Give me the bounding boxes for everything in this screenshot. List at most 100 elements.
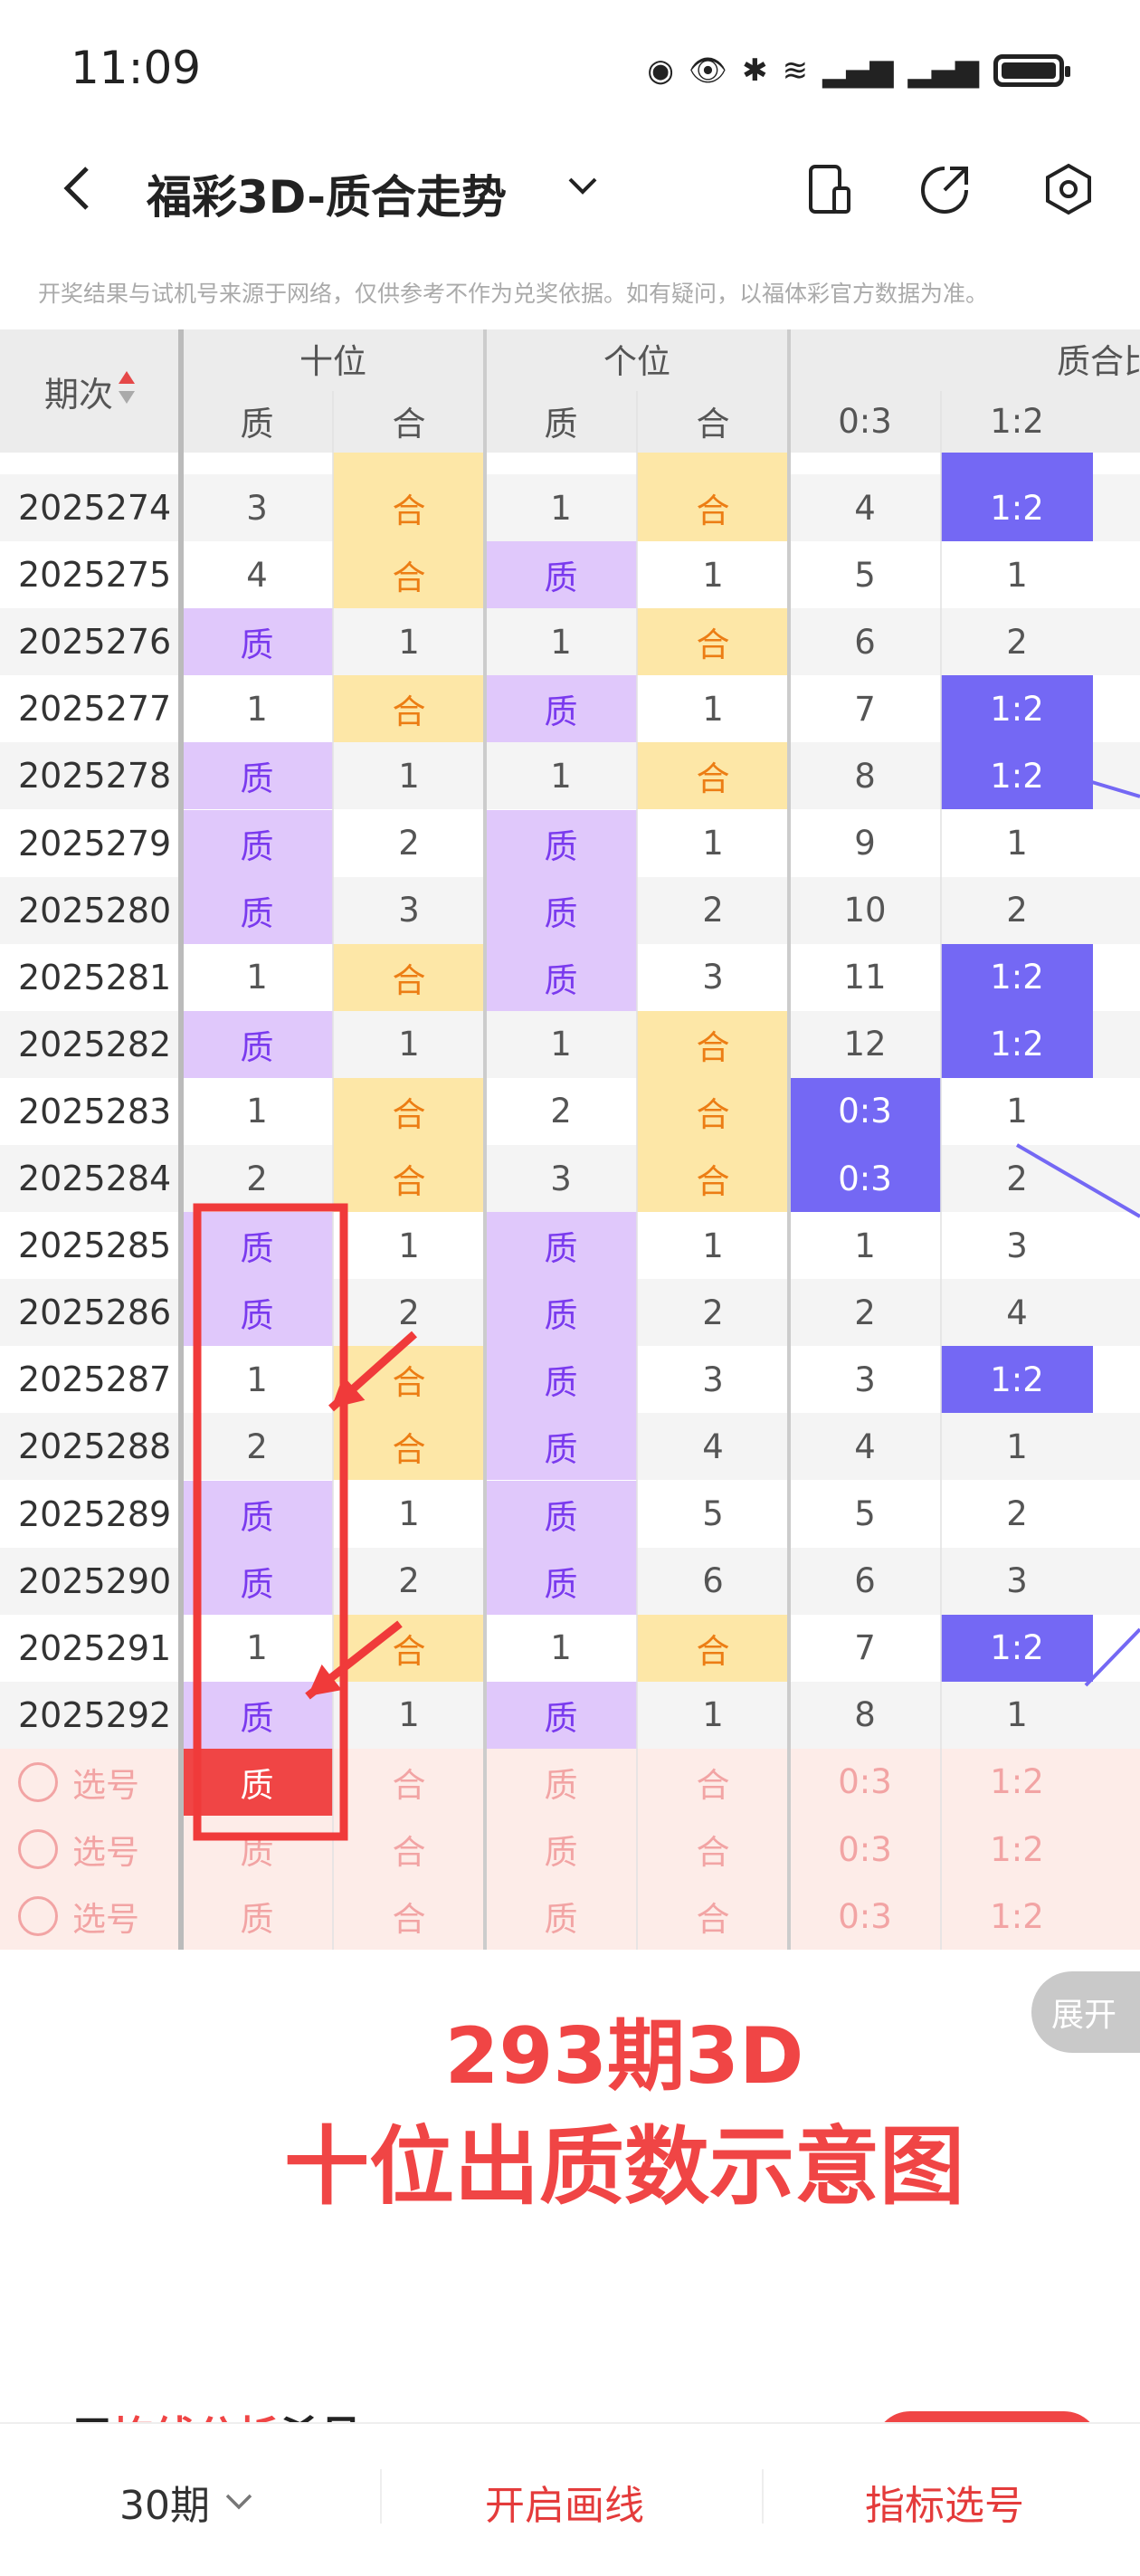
table-cell: 2 bbox=[1006, 1159, 1028, 1198]
table-cell: 0:3 bbox=[789, 1145, 941, 1213]
select-cell[interactable]: 0:3 bbox=[789, 1816, 941, 1883]
sub-header-extra bbox=[1093, 391, 1140, 451]
table-cell: 4 bbox=[854, 1426, 876, 1466]
column-divider bbox=[178, 329, 184, 1950]
select-cell[interactable]: 合 bbox=[333, 1816, 485, 1883]
select-cell[interactable]: 0:3 bbox=[789, 1883, 941, 1950]
draw-line-button[interactable]: 开启画线 bbox=[485, 2473, 644, 2531]
back-arrow-icon[interactable] bbox=[52, 161, 107, 215]
column-group-header: 个位 bbox=[603, 342, 670, 381]
table-cell: 3 bbox=[854, 1360, 876, 1399]
table-row-period: 2025285 bbox=[18, 1226, 172, 1266]
radio-circle-icon[interactable] bbox=[18, 1829, 58, 1870]
page-title[interactable]: 福彩3D-质合走势 bbox=[147, 161, 507, 226]
table-cell: 0:3 bbox=[789, 1077, 941, 1145]
table-cell: 2 bbox=[1006, 891, 1028, 930]
table-cell: 1 bbox=[550, 622, 572, 662]
table-cell: 质 bbox=[485, 943, 637, 1011]
expand-button[interactable]: 展开 bbox=[1031, 1971, 1140, 2053]
table-cell: 1 bbox=[246, 689, 268, 729]
table-cell: 2 bbox=[246, 1426, 268, 1466]
radio-circle-icon[interactable] bbox=[18, 1761, 58, 1802]
select-row-label[interactable]: 选号 bbox=[0, 1883, 181, 1950]
table-cell: 2 bbox=[398, 824, 420, 863]
select-cell[interactable]: 合 bbox=[637, 1749, 789, 1816]
select-cell[interactable]: 合 bbox=[637, 1816, 789, 1883]
select-cell[interactable]: 1:2 bbox=[941, 1816, 1093, 1883]
table-cell: 质 bbox=[181, 809, 333, 877]
column-divider bbox=[483, 329, 487, 1950]
table-cell: 质 bbox=[181, 1547, 333, 1615]
period-selector-label: 30期 bbox=[119, 2483, 210, 2529]
table-cell-partial bbox=[181, 453, 333, 474]
table-cell-partial bbox=[637, 453, 789, 474]
table-row-period: 2025278 bbox=[18, 756, 172, 797]
table-cell: 4 bbox=[702, 1426, 724, 1466]
chevron-down-icon[interactable] bbox=[565, 168, 601, 205]
table-cell: 1 bbox=[398, 1494, 420, 1534]
table-row-period: 2025281 bbox=[18, 957, 172, 997]
table-cell: 1 bbox=[550, 1025, 572, 1064]
table-cell: 4 bbox=[246, 555, 268, 595]
table-row-period: 2025291 bbox=[18, 1627, 172, 1668]
table-row-period: 2025292 bbox=[18, 1694, 172, 1735]
table-cell: 3 bbox=[702, 958, 724, 997]
table-cell: 1 bbox=[702, 689, 724, 729]
table-row-period: 2025280 bbox=[18, 890, 172, 930]
table-row-period: 2025284 bbox=[18, 1159, 172, 1199]
cell-divider bbox=[940, 391, 942, 1950]
table-cell: 3 bbox=[702, 1360, 724, 1399]
select-cell[interactable]: 质 bbox=[485, 1749, 637, 1816]
select-row-label[interactable]: 选号 bbox=[0, 1749, 181, 1816]
table-cell: 5 bbox=[854, 555, 876, 595]
select-cell[interactable]: 合 bbox=[637, 1883, 789, 1950]
sub-header: 质 bbox=[544, 405, 578, 444]
period-header[interactable]: 期次 bbox=[0, 329, 181, 453]
select-cell[interactable]: 1:2 bbox=[941, 1749, 1093, 1816]
select-cell[interactable]: 质 bbox=[485, 1816, 637, 1883]
table-cell: 合 bbox=[333, 1145, 485, 1213]
table-cell: 6 bbox=[702, 1561, 724, 1601]
sub-header: 1:2 bbox=[990, 401, 1044, 441]
select-cell[interactable]: 1:2 bbox=[941, 1883, 1093, 1950]
table-cell: 8 bbox=[854, 756, 876, 796]
table-cell: 1 bbox=[702, 555, 724, 595]
table-cell: 1 bbox=[398, 622, 420, 662]
select-cell[interactable]: 合 bbox=[333, 1883, 485, 1950]
wifi-icon: ≋ bbox=[782, 52, 809, 89]
select-cell[interactable]: 0:3 bbox=[789, 1749, 941, 1816]
select-cell[interactable]: 质 bbox=[181, 1883, 333, 1950]
period-selector[interactable]: 30期 bbox=[119, 2473, 255, 2531]
share-icon[interactable] bbox=[917, 161, 974, 217]
table-cell: 质 bbox=[485, 675, 637, 743]
table-cell: 9 bbox=[854, 824, 876, 863]
table-cell: 10 bbox=[843, 891, 887, 930]
phone-icon[interactable] bbox=[802, 161, 858, 217]
table-row-period bbox=[0, 453, 181, 474]
table-row-period: 2025282 bbox=[18, 1024, 172, 1064]
table-cell: 合 bbox=[637, 474, 789, 542]
table-cell: 3 bbox=[1006, 1561, 1028, 1601]
select-label: 选号 bbox=[72, 1833, 139, 1873]
table-cell: 质 bbox=[485, 1480, 637, 1548]
sub-header: 合 bbox=[696, 405, 730, 444]
select-cell[interactable]: 质 bbox=[181, 1816, 333, 1883]
table-cell: 合 bbox=[333, 1413, 485, 1481]
sort-icon[interactable] bbox=[117, 369, 137, 414]
select-cell[interactable]: 质 bbox=[485, 1883, 637, 1950]
indicator-select-button[interactable]: 指标选号 bbox=[865, 2473, 1024, 2531]
table-cell: 1 bbox=[702, 1226, 724, 1265]
select-row-label[interactable]: 选号 bbox=[0, 1816, 181, 1883]
column-group-header: 十位 bbox=[299, 342, 366, 381]
table-cell: 5 bbox=[854, 1494, 876, 1534]
select-cell[interactable]: 质 bbox=[181, 1748, 333, 1816]
table-row-period: 2025287 bbox=[18, 1360, 172, 1400]
trend-table[interactable]: 期次十位个位质合比质合质合0:31:220252743合1合41:2202527… bbox=[0, 329, 1140, 1950]
table-cell: 1 bbox=[702, 1695, 724, 1735]
select-cell[interactable]: 合 bbox=[333, 1749, 485, 1816]
settings-icon[interactable] bbox=[1040, 161, 1097, 217]
table-cell: 1:2 bbox=[941, 675, 1093, 743]
table-row-period: 2025288 bbox=[18, 1426, 172, 1467]
radio-circle-icon[interactable] bbox=[18, 1896, 58, 1937]
column-group-header: 质合比 bbox=[1057, 342, 1140, 381]
